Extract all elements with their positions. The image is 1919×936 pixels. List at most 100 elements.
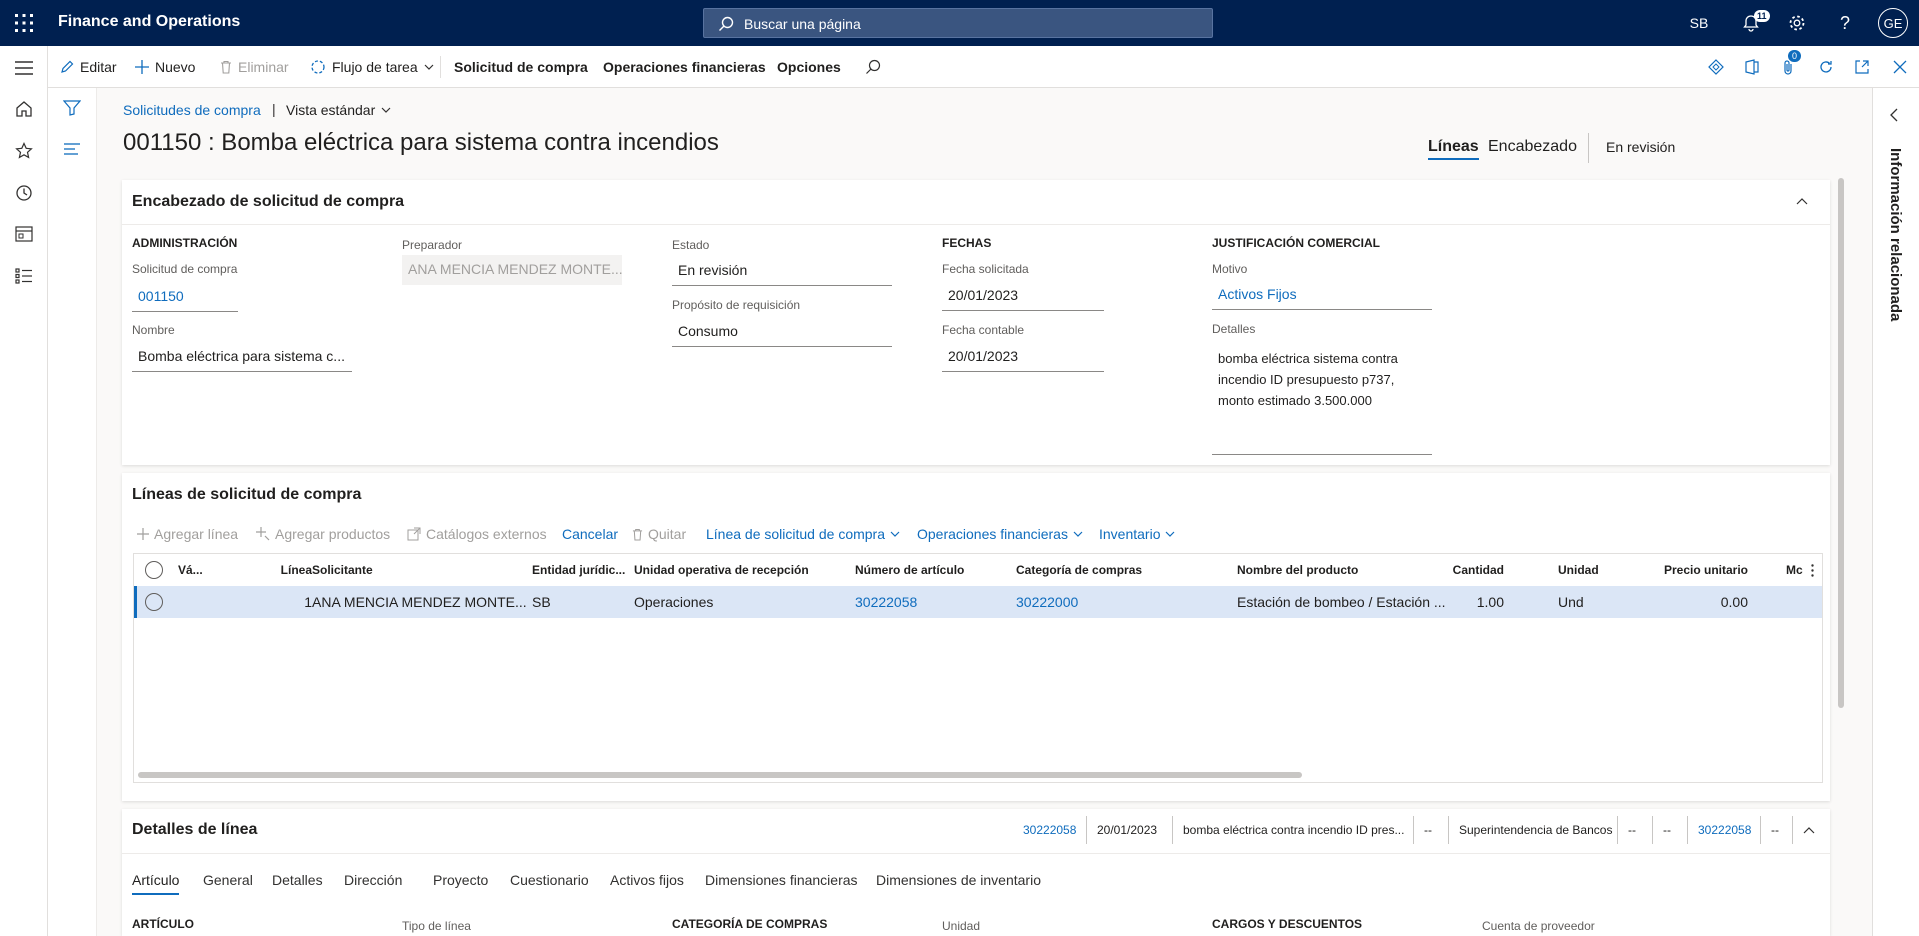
tab-item[interactable]: Artículo [132,872,180,895]
external-catalogs-button[interactable]: Catálogos externos [407,518,547,550]
tab-general[interactable]: General [203,872,253,888]
col-requester[interactable]: Solicitante [312,554,373,586]
related-info-panel[interactable]: Información relacionada [1872,88,1919,936]
column-options-icon[interactable] [1811,554,1814,586]
details-textarea[interactable]: bomba eléctrica sistema contra incendio … [1212,342,1432,455]
recent-clock-icon[interactable] [12,181,36,205]
office-button[interactable] [1745,46,1759,88]
hamburger-menu-icon[interactable] [12,56,36,80]
tab-fixed-assets[interactable]: Activos fijos [610,872,684,888]
tab-financials[interactable]: Operaciones financieras [603,46,766,88]
close-button[interactable] [1893,46,1907,88]
col-category[interactable]: Categoría de compras [1016,554,1142,586]
user-menu[interactable]: GE [1870,0,1916,46]
summary-dash-3: -- [1652,816,1681,844]
cell-quantity[interactable]: 1.00 [1454,586,1504,618]
col-quantity[interactable]: Cantidad [1453,554,1504,586]
financials-menu-button[interactable]: Operaciones financieras [917,518,1083,550]
tab-financial-dimensions[interactable]: Dimensiones financieras [705,872,858,888]
edit-button[interactable]: Editar [60,46,117,88]
col-line[interactable]: Línea [274,554,312,586]
state-field[interactable]: En revisión [672,256,892,286]
tab-details[interactable]: Detalles [272,872,323,888]
workflow-icon [310,59,326,75]
lines-card-title[interactable]: Líneas de solicitud de compra [132,486,361,504]
purpose-field[interactable]: Consumo [672,317,892,347]
view-selector[interactable]: Vista estándar [286,102,391,118]
cell-unit-price[interactable]: 0.00 [1654,586,1748,618]
chevron-up-icon[interactable] [1792,816,1825,844]
row-select-radio[interactable] [145,586,163,618]
header-card-title[interactable]: Encabezado de solicitud de compra [132,193,404,211]
inventory-menu-button[interactable]: Inventario [1099,518,1175,550]
refresh-button[interactable] [1818,46,1834,88]
settings-button[interactable] [1774,0,1820,46]
delete-button[interactable]: Eliminar [220,46,289,88]
tab-project[interactable]: Proyecto [433,872,488,888]
tab-options[interactable]: Opciones [777,46,841,88]
action-pane: Editar Nuevo Eliminar Flujo de tarea Sol… [48,46,1919,88]
notifications-button[interactable]: 11 [1728,0,1774,46]
page-search-input[interactable]: Buscar una página [703,8,1213,38]
requested-date-field[interactable]: 20/01/2023 [942,281,1104,311]
select-all-radio[interactable] [145,554,163,586]
col-item-number[interactable]: Número de artículo [855,554,964,586]
chevron-up-icon[interactable] [1796,198,1808,205]
company-picker[interactable]: SB [1676,0,1722,46]
col-legal-entity[interactable]: Entidad jurídic... [532,554,625,586]
tab-lines[interactable]: Líneas [1428,138,1479,160]
modules-list-icon[interactable] [12,264,36,288]
add-line-label: Agregar línea [154,526,239,542]
cell-line[interactable]: 1 [274,586,312,618]
accounting-date-field[interactable]: 20/01/2023 [942,342,1104,372]
remove-line-button[interactable]: Quitar [632,518,686,550]
reason-field[interactable]: Activos Fijos [1212,280,1432,310]
col-operating-unit[interactable]: Unidad operativa de recepción [634,554,809,586]
line-menu-button[interactable]: Línea de solicitud de compra [706,518,900,550]
app-launcher-icon[interactable] [14,13,34,33]
tab-questionnaire[interactable]: Cuestionario [510,872,589,888]
summary-item-number[interactable]: 30222058 [1013,816,1086,844]
power-apps-button[interactable] [1708,46,1724,88]
tab-address[interactable]: Dirección [344,872,402,888]
help-button[interactable]: ? [1822,0,1868,46]
open-new-window-button[interactable] [1854,46,1870,88]
cell-entity[interactable]: SB [532,586,551,618]
cell-operating-unit[interactable]: Operaciones [634,586,713,618]
add-line-button[interactable]: Agregar línea [137,518,238,550]
cancel-line-button[interactable]: Cancelar [562,518,618,550]
summary-item-number-2[interactable]: 30222058 [1687,816,1761,844]
home-icon[interactable] [12,97,36,121]
col-product-name[interactable]: Nombre del producto [1237,554,1358,586]
new-button[interactable]: Nuevo [135,46,195,88]
tab-inventory-dimensions[interactable]: Dimensiones de inventario [876,872,1041,888]
filter-icon[interactable] [63,100,81,116]
req-number-field[interactable]: 001150 [132,282,238,312]
cell-requester[interactable]: ANA MENCIA MENDEZ MONTE... [312,586,527,618]
name-field[interactable]: Bomba eléctrica para sistema c... [132,342,352,372]
cell-product-name[interactable]: Estación de bombeo / Estación ... [1237,586,1447,618]
vertical-scrollbar[interactable] [1838,178,1844,708]
horizontal-scrollbar[interactable] [138,772,1302,778]
add-products-button[interactable]: Agregar productos [256,518,390,550]
card-divider [122,853,1830,854]
table-row[interactable]: 1 ANA MENCIA MENDEZ MONTE... SB Operacio… [134,586,1822,618]
col-valid[interactable]: Vá... [178,554,203,586]
col-more[interactable]: Mc [1786,554,1803,586]
workflow-button[interactable]: Flujo de tarea [310,46,434,88]
attachments-button[interactable]: 0 [1781,46,1802,88]
list-view-icon[interactable] [63,142,81,156]
cell-category[interactable]: 30222000 [1016,586,1078,618]
action-search-button[interactable] [865,46,881,88]
breadcrumb-link[interactable]: Solicitudes de compra [123,102,261,118]
chevron-left-icon[interactable] [1890,108,1898,122]
favorites-star-icon[interactable] [12,139,36,163]
tab-purchase-requisition[interactable]: Solicitud de compra [454,46,588,88]
tab-header[interactable]: Encabezado [1488,138,1577,156]
cell-item-number[interactable]: 30222058 [855,586,917,618]
app-name[interactable]: Finance and Operations [58,13,240,31]
col-unit[interactable]: Unidad [1558,554,1599,586]
col-unit-price[interactable]: Precio unitario [1654,554,1748,586]
workspaces-icon[interactable] [12,222,36,246]
cell-unit[interactable]: Und [1558,586,1584,618]
